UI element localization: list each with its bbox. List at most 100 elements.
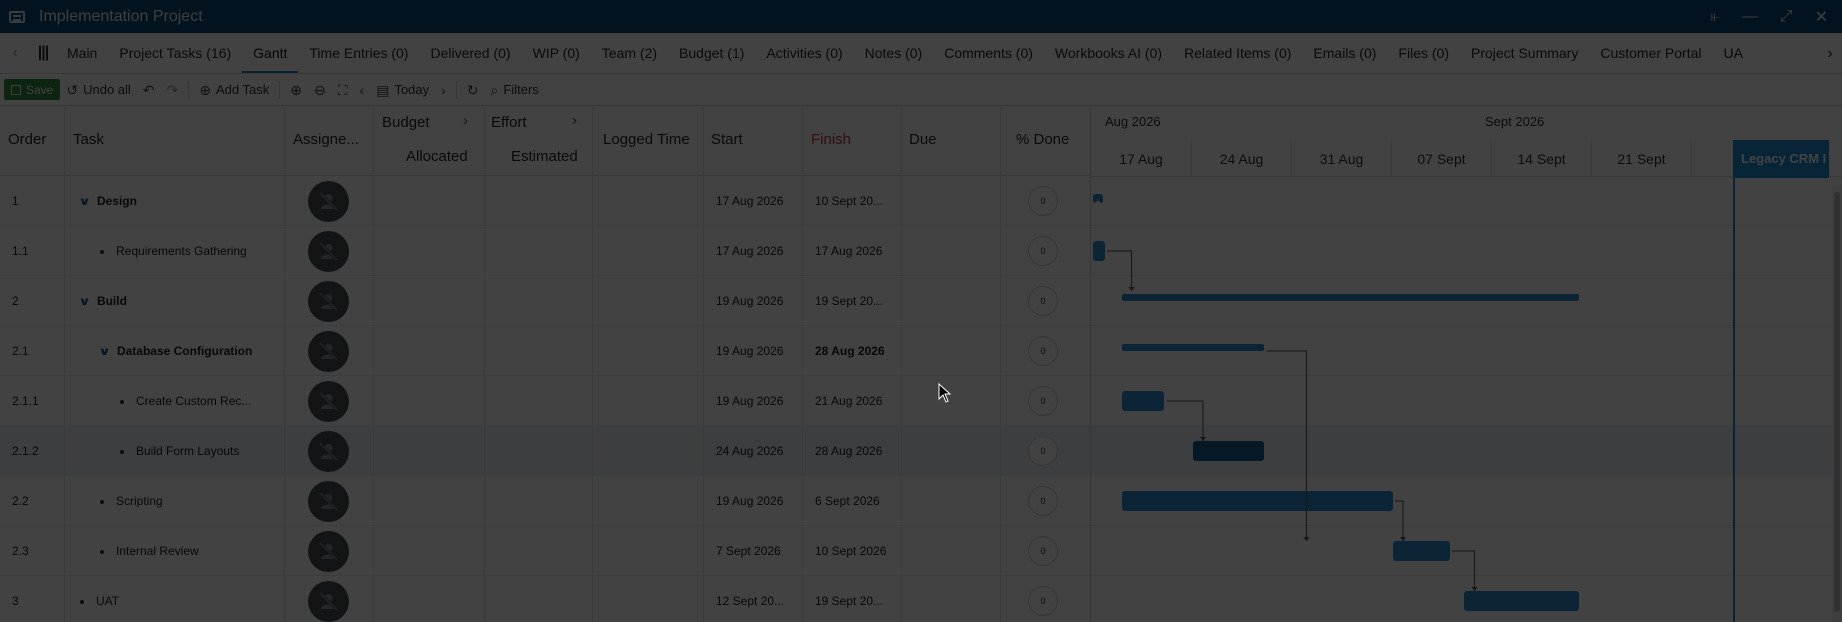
table-row[interactable]: 2.3 Internal Review 7 Sept 2026 10 Sept 202… xyxy=(0,526,1090,576)
tab-menu-icon[interactable]: ||| xyxy=(30,44,56,62)
task-cell[interactable]: UAT xyxy=(80,576,280,622)
tab-budget-1[interactable]: Budget (1) xyxy=(668,33,755,73)
effort-expand-icon[interactable]: › xyxy=(572,112,577,129)
close-icon[interactable]: ✕ xyxy=(1815,7,1828,27)
tab-project-tasks-16[interactable]: Project Tasks (16) xyxy=(108,33,242,73)
task-cell[interactable]: Create Custom Rec... xyxy=(120,376,280,426)
column-header-start[interactable]: Start xyxy=(711,131,743,148)
next-period-button[interactable]: › xyxy=(435,74,452,106)
table-row[interactable]: 1 ∨ Design 17 Aug 2026 10 Sept 20... 0 xyxy=(0,176,1090,226)
column-header-due[interactable]: Due xyxy=(909,131,937,148)
percent-done-indicator[interactable]: 0 xyxy=(1028,436,1058,466)
start-cell[interactable]: 19 Aug 2026 xyxy=(716,476,800,526)
tab-customer-portal[interactable]: Customer Portal xyxy=(1589,33,1712,73)
finish-cell[interactable]: 28 Aug 2026 xyxy=(815,326,899,376)
column-header-order[interactable]: Order xyxy=(8,131,46,148)
tab-next-icon[interactable]: › xyxy=(1818,33,1842,73)
tab-gantt[interactable]: Gantt xyxy=(242,33,299,73)
redo-button[interactable]: ↷ xyxy=(161,74,185,106)
chevron-down-icon[interactable]: ∨ xyxy=(80,177,91,226)
undo-all-button[interactable]: ↺ Undo all xyxy=(60,74,136,106)
unassigned-avatar-icon[interactable] xyxy=(308,231,349,272)
percent-done-indicator[interactable]: 0 xyxy=(1028,586,1058,616)
unassigned-avatar-icon[interactable] xyxy=(308,181,349,222)
column-header-allocated[interactable]: Allocated xyxy=(406,148,468,165)
tab-time-entries-0[interactable]: Time Entries (0) xyxy=(298,33,419,73)
tab-files-0[interactable]: Files (0) xyxy=(1387,33,1460,73)
tab-emails-0[interactable]: Emails (0) xyxy=(1302,33,1387,73)
table-row[interactable]: 2.2 Scripting 19 Aug 2026 6 Sept 2026 0 xyxy=(0,476,1090,526)
column-group-budget[interactable]: Budget xyxy=(382,114,430,131)
column-header-task[interactable]: Task xyxy=(73,131,104,148)
percent-done-indicator[interactable]: 0 xyxy=(1028,336,1058,366)
start-cell[interactable]: 12 Sept 20... xyxy=(716,576,800,622)
finish-cell[interactable]: 28 Aug 2026 xyxy=(815,426,899,476)
start-cell[interactable]: 17 Aug 2026 xyxy=(716,176,800,226)
task-cell[interactable]: Internal Review xyxy=(100,526,280,576)
column-header-assignee[interactable]: Assigne... xyxy=(293,131,359,148)
column-group-effort[interactable]: Effort xyxy=(491,114,527,131)
start-cell[interactable]: 19 Aug 2026 xyxy=(716,376,800,426)
tab-related-items-0[interactable]: Related Items (0) xyxy=(1173,33,1302,73)
tab-comments-0[interactable]: Comments (0) xyxy=(933,33,1044,73)
task-cell[interactable]: ∨ Database Configuration xyxy=(100,326,280,376)
minimize-icon[interactable]: — xyxy=(1742,8,1758,26)
task-cell[interactable]: Build Form Layouts xyxy=(120,426,280,476)
table-row[interactable]: 1.1 Requirements Gathering 17 Aug 2026 17 A… xyxy=(0,226,1090,276)
tab-activities-0[interactable]: Activities (0) xyxy=(755,33,853,73)
unassigned-avatar-icon[interactable] xyxy=(308,481,349,522)
column-header-pct-done[interactable]: % Done xyxy=(1016,131,1069,148)
unassigned-avatar-icon[interactable] xyxy=(308,581,349,622)
chevron-down-icon[interactable]: ∨ xyxy=(80,277,91,326)
tab-delivered-0[interactable]: Delivered (0) xyxy=(419,33,521,73)
chevron-down-icon[interactable]: ∨ xyxy=(100,327,111,376)
column-header-estimated[interactable]: Estimated xyxy=(511,148,578,165)
tab-wip-0[interactable]: WIP (0) xyxy=(522,33,591,73)
finish-cell[interactable]: 21 Aug 2026 xyxy=(815,376,899,426)
finish-cell[interactable]: 6 Sept 2026 xyxy=(815,476,899,526)
start-cell[interactable]: 19 Aug 2026 xyxy=(716,276,800,326)
percent-done-indicator[interactable]: 0 xyxy=(1028,236,1058,266)
undo-button[interactable]: ↶ xyxy=(137,74,161,106)
finish-cell[interactable]: 10 Sept 20... xyxy=(815,176,899,226)
finish-cell[interactable]: 17 Aug 2026 xyxy=(815,226,899,276)
zoom-fit-button[interactable]: ⛶ xyxy=(332,74,354,106)
table-row[interactable]: 2.1.2 Build Form Layouts 24 Aug 2026 28 Aug… xyxy=(0,426,1090,476)
refresh-button[interactable]: ↻ xyxy=(461,74,485,106)
pin-icon[interactable]: ⫦ xyxy=(1711,8,1720,26)
percent-done-indicator[interactable]: 0 xyxy=(1028,536,1058,566)
tab-team-2[interactable]: Team (2) xyxy=(591,33,668,73)
budget-expand-icon[interactable]: › xyxy=(463,112,468,129)
task-cell[interactable]: Requirements Gathering xyxy=(100,226,280,276)
table-row[interactable]: 2.1.1 Create Custom Rec... 19 Aug 2026 21 A… xyxy=(0,376,1090,426)
task-cell[interactable]: ∨ Build xyxy=(80,276,280,326)
unassigned-avatar-icon[interactable] xyxy=(308,431,349,472)
project-marker-label[interactable]: Legacy CRM I xyxy=(1733,140,1829,178)
finish-cell[interactable]: 19 Sept 20... xyxy=(815,276,899,326)
unassigned-avatar-icon[interactable] xyxy=(308,281,349,322)
zoom-in-button[interactable]: ⊕ xyxy=(284,74,308,106)
tab-notes-0[interactable]: Notes (0) xyxy=(854,33,934,73)
tab-project-summary[interactable]: Project Summary xyxy=(1460,33,1589,73)
percent-done-indicator[interactable]: 0 xyxy=(1028,186,1058,216)
today-button[interactable]: ▤ Today xyxy=(370,74,435,106)
column-header-logged-time[interactable]: Logged Time xyxy=(603,131,690,148)
save-button[interactable]: Save xyxy=(4,79,61,100)
tab-workbooks-ai-0[interactable]: Workbooks AI (0) xyxy=(1044,33,1173,73)
task-cell[interactable]: Scripting xyxy=(100,476,280,526)
gantt-scrollbar[interactable] xyxy=(1832,186,1842,622)
collapse-icon[interactable]: ⤢ xyxy=(1780,8,1793,26)
tab-prev-icon[interactable]: ‹ xyxy=(0,44,30,62)
start-cell[interactable]: 19 Aug 2026 xyxy=(716,326,800,376)
tab-ua[interactable]: UA xyxy=(1713,33,1754,73)
unassigned-avatar-icon[interactable] xyxy=(308,381,349,422)
finish-cell[interactable]: 10 Sept 2026 xyxy=(815,526,899,576)
percent-done-indicator[interactable]: 0 xyxy=(1028,386,1058,416)
percent-done-indicator[interactable]: 0 xyxy=(1028,486,1058,516)
unassigned-avatar-icon[interactable] xyxy=(308,531,349,572)
table-row[interactable]: 2.1 ∨ Database Configuration 19 Aug 2026 28 … xyxy=(0,326,1090,376)
filters-button[interactable]: ⌕ Filters xyxy=(485,74,545,106)
tab-main[interactable]: Main xyxy=(56,33,108,73)
percent-done-indicator[interactable]: 0 xyxy=(1028,286,1058,316)
start-cell[interactable]: 24 Aug 2026 xyxy=(716,426,800,476)
